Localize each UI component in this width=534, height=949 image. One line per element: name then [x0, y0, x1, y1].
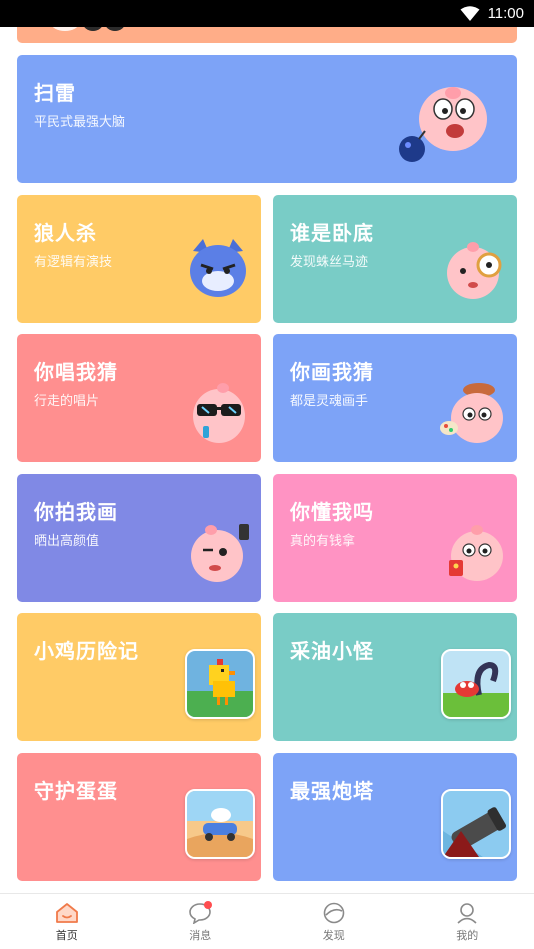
card-werewolf[interactable]: 狼人杀 有逻辑有演技 — [17, 195, 261, 323]
egg-car-game-icon — [185, 789, 255, 859]
card-title: 你拍我画 — [34, 500, 118, 524]
card-photo-draw[interactable]: 你拍我画 晒出高颜值 — [17, 474, 261, 602]
card-title: 扫雷 — [34, 81, 76, 105]
card-understand-me[interactable]: 你懂我吗 真的有钱拿 — [273, 474, 517, 602]
card-title: 守护蛋蛋 — [34, 779, 118, 803]
tab-label: 首页 — [55, 929, 78, 942]
card-undercover[interactable]: 谁是卧底 发现蛛丝马迹 — [273, 195, 517, 323]
card-title: 你懂我吗 — [290, 500, 374, 524]
card-minesweeper[interactable]: 扫雷 平民式最强大脑 — [17, 55, 517, 183]
card-subtitle: 平民式最强大脑 — [34, 115, 126, 130]
card-title: 你画我猜 — [290, 360, 374, 384]
card-chicken[interactable]: 小鸡历险记 — [17, 613, 261, 741]
card-subtitle: 发现蛛丝马迹 — [290, 255, 369, 270]
card-subtitle: 行走的唱片 — [34, 394, 100, 409]
card-subtitle: 真的有钱拿 — [290, 534, 356, 549]
chicken-game-icon — [185, 649, 255, 719]
card-title: 最强炮塔 — [290, 779, 374, 803]
game-list[interactable]: 扫雷 平民式最强大脑 狼人杀 有逻辑有演技 谁是卧底 发现蛛丝马迹 你唱我猜 行… — [0, 27, 534, 893]
card-subtitle: 晒出高颜值 — [34, 534, 100, 549]
card-title: 狼人杀 — [34, 221, 97, 245]
card-egg-guard[interactable]: 守护蛋蛋 — [17, 753, 261, 881]
tab-profile[interactable]: 我的 — [401, 894, 534, 949]
card-title: 谁是卧底 — [290, 221, 374, 245]
card-title: 采油小怪 — [290, 639, 374, 663]
wifi-icon — [460, 5, 480, 21]
card-subtitle: 都是灵魂画手 — [290, 394, 369, 409]
card-sing-guess[interactable]: 你唱我猜 行走的唱片 — [17, 334, 261, 462]
pig-painter-icon — [440, 383, 503, 443]
pig-redpacket-icon — [449, 525, 503, 581]
status-bar: 11:00 — [0, 0, 534, 27]
card-subtitle: 有逻辑有演技 — [34, 255, 113, 270]
tab-label: 消息 — [189, 929, 212, 942]
pig-with-bomb-icon — [399, 87, 487, 162]
status-time: 11:00 — [487, 5, 524, 22]
card-oil-monster[interactable]: 采油小怪 — [273, 613, 517, 741]
card-title: 你唱我猜 — [34, 360, 118, 384]
wolf-icon — [190, 239, 246, 297]
pig-sunglasses-icon — [193, 383, 245, 443]
card-draw-guess[interactable]: 你画我猜 都是灵魂画手 — [273, 334, 517, 462]
pig-selfie-icon — [191, 524, 249, 582]
discover-icon — [323, 902, 345, 924]
cannon-game-icon — [441, 789, 511, 859]
tab-label: 发现 — [322, 929, 345, 942]
tab-discover[interactable]: 发现 — [267, 894, 401, 949]
oil-monster-game-icon — [441, 649, 511, 719]
card-title: 小鸡历险记 — [34, 639, 139, 663]
tab-messages[interactable]: 消息 — [134, 894, 268, 949]
partial-mascot-art — [52, 27, 124, 31]
home-icon — [55, 903, 78, 923]
bottom-tab-bar: 首页 消息 发现 我的 — [0, 893, 534, 949]
card-cannon-tower[interactable]: 最强炮塔 — [273, 753, 517, 881]
profile-icon — [457, 903, 477, 924]
pig-magnifier-icon — [447, 242, 502, 299]
tab-home[interactable]: 首页 — [0, 894, 134, 949]
tab-label: 我的 — [456, 929, 479, 942]
top-partial-card[interactable] — [17, 27, 517, 43]
